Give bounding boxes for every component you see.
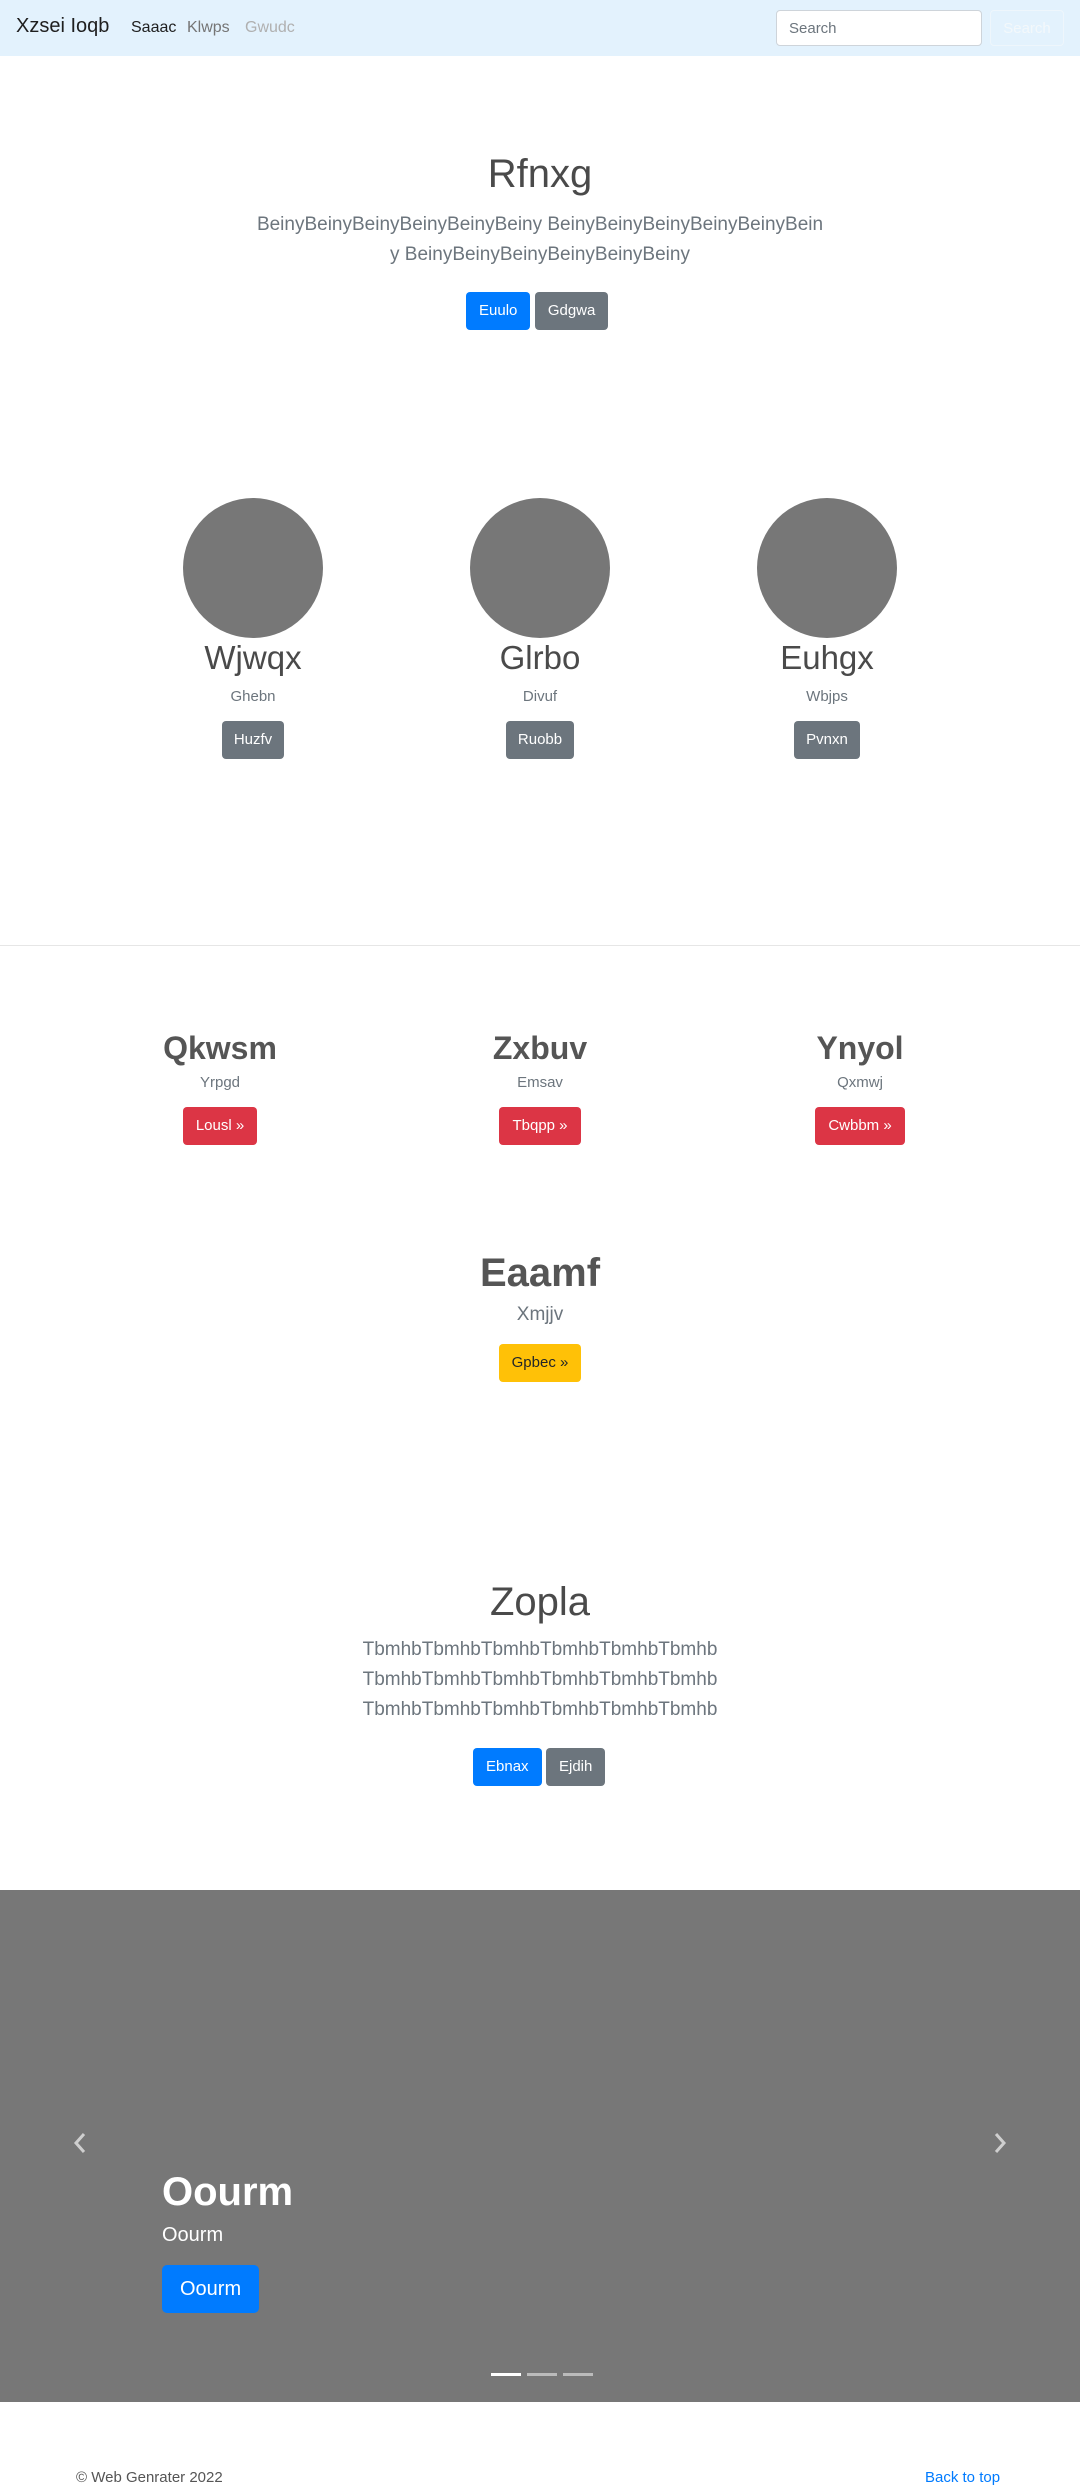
big-feature-title: Eaamf <box>479 1251 601 1295</box>
feature-title: Qkwsm <box>163 1030 277 1066</box>
carousel-indicators <box>488 2373 596 2391</box>
big-feature-subtitle: Xmjjv <box>516 1304 564 1325</box>
carousel-prev-chevron-left-icon[interactable] <box>70 2128 90 2158</box>
hero-title: Rfnxg <box>487 152 593 196</box>
feature-subtitle: Yrpgd <box>199 1074 241 1091</box>
feature-subtitle: Emsav <box>517 1074 563 1091</box>
circle-subtitle: Divuf <box>522 688 558 705</box>
nav-link-gwudc[interactable]: Gwudc <box>245 19 295 37</box>
circle-subtitle: Wbjps <box>806 688 848 705</box>
circle-title: Wjwqx <box>204 639 302 676</box>
placeholder-circle-image <box>183 498 323 638</box>
carousel-indicator[interactable] <box>563 2373 593 2376</box>
circle-column: Glrbo Divuf Ruobb <box>440 498 640 759</box>
hero2-secondary-button[interactable]: Ejdih <box>546 1748 606 1786</box>
feature-column: Ynyol Qxmwj Cwbbm » <box>710 1028 1010 1145</box>
circle-button[interactable]: Pvnxn <box>794 721 860 759</box>
big-feature-button[interactable]: Gpbec » <box>498 1344 582 1382</box>
hero-lead: BeinyBeinyBeinyBeinyBeinyBeiny BeinyBein… <box>256 214 824 265</box>
back-to-top-link[interactable]: Back to top <box>925 2469 1000 2486</box>
search-input[interactable] <box>776 10 982 46</box>
feature-button[interactable]: Cwbbm » <box>815 1107 905 1145</box>
carousel-next-chevron-right-icon[interactable] <box>990 2128 1010 2158</box>
footer-copyright: © Web Genrater 2022 <box>76 2469 223 2486</box>
hero-button-group: Euulo Gdgwa <box>466 292 609 330</box>
hero2-lead: TbmhbTbmhbTbmhbTbmhbTbmhbTbmhb TbmhbTbmh… <box>362 1639 718 1720</box>
circle-title: Euhgx <box>780 639 874 676</box>
feature-title: Zxbuv <box>492 1030 588 1066</box>
search-button[interactable]: Search <box>990 10 1064 46</box>
feature-subtitle: Qxmwj <box>837 1074 883 1091</box>
circle-button[interactable]: Ruobb <box>505 721 575 759</box>
feature-button[interactable]: Lousl » <box>182 1107 258 1145</box>
feature-title: Ynyol <box>816 1030 904 1066</box>
placeholder-circle-image <box>757 498 897 638</box>
section-divider <box>0 945 1080 946</box>
carousel-indicator[interactable] <box>527 2373 557 2376</box>
hero-secondary-button[interactable]: Gdgwa <box>534 292 609 330</box>
circle-subtitle: Ghebn <box>230 688 276 705</box>
brand-link[interactable]: Xzsei Ioqb <box>16 15 109 38</box>
carousel-caption: Oourm Oourm Oourm <box>162 2168 293 2313</box>
hero2-primary-button[interactable]: Ebnax <box>473 1748 542 1786</box>
feature-button[interactable]: Tbqpp » <box>499 1107 581 1145</box>
hero2-title: Zopla <box>489 1580 591 1624</box>
carousel-indicator[interactable] <box>491 2373 521 2376</box>
hero-primary-button[interactable]: Euulo <box>466 292 531 330</box>
placeholder-circle-image <box>470 498 610 638</box>
carousel-subtitle: Oourm <box>162 2224 224 2246</box>
big-feature: Eaamf Xmjjv Gpbec » <box>390 1250 690 1382</box>
feature-column: Zxbuv Emsav Tbqpp » <box>390 1028 690 1145</box>
nav-link-saaac[interactable]: Saaac <box>131 19 176 37</box>
circle-column: Wjwqx Ghebn Huzfv <box>153 498 353 759</box>
carousel-title: Oourm <box>162 2170 294 2214</box>
hero2-button-group: Ebnax Ejdih <box>473 1748 606 1786</box>
carousel: Oourm Oourm Oourm <box>0 1890 1080 2402</box>
navbar: Xzsei Ioqb Saaac Klwps Gwudc Search <box>0 0 1080 56</box>
nav-link-klwps[interactable]: Klwps <box>187 19 230 37</box>
feature-column: Qkwsm Yrpgd Lousl » <box>70 1028 370 1145</box>
circle-column: Euhgx Wbjps Pvnxn <box>727 498 927 759</box>
circle-button[interactable]: Huzfv <box>221 721 285 759</box>
circle-title: Glrbo <box>499 639 581 676</box>
carousel-button[interactable]: Oourm <box>162 2265 260 2313</box>
